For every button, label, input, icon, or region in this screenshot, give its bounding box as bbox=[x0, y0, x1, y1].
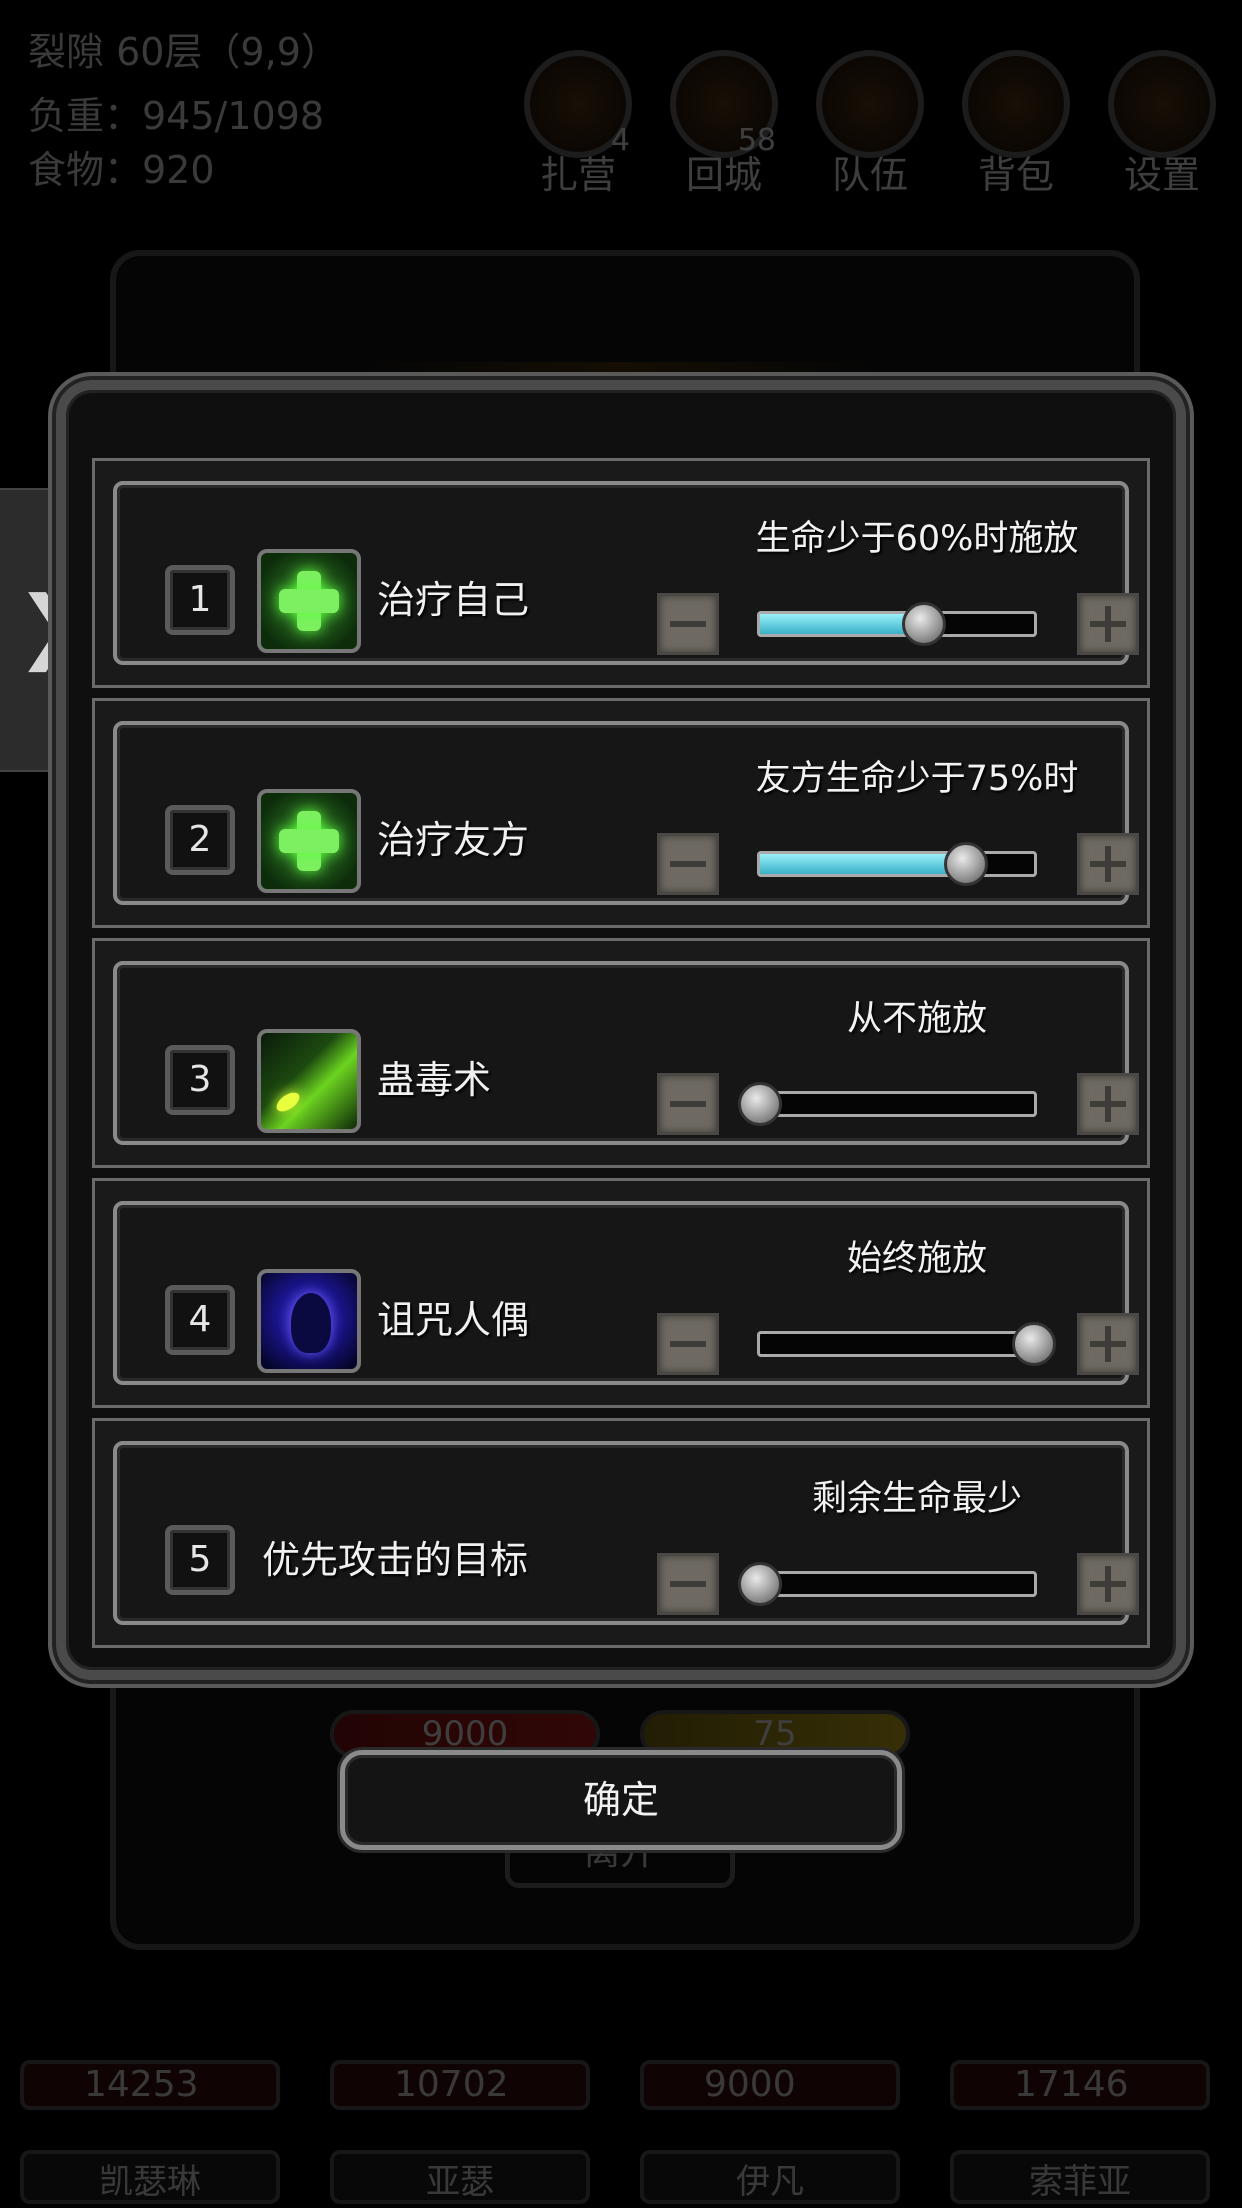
decrease-button[interactable] bbox=[657, 1313, 719, 1375]
load-label: 负重：945/1098 bbox=[28, 94, 325, 138]
decrease-button[interactable] bbox=[657, 593, 719, 655]
settings-button[interactable]: 设置 bbox=[1102, 50, 1222, 199]
condition-slider[interactable] bbox=[757, 602, 1037, 646]
cast-condition: 从不施放 bbox=[846, 999, 987, 1039]
skill-name: 治疗友方 bbox=[377, 818, 530, 862]
target-priority-label: 优先攻击的目标 bbox=[262, 1538, 529, 1582]
condition-slider[interactable] bbox=[738, 1082, 1037, 1126]
priority-slider[interactable] bbox=[738, 1562, 1037, 1606]
town-portal-icon: 58 bbox=[670, 50, 778, 158]
poison-spell-icon bbox=[257, 1029, 361, 1133]
cast-condition: 生命少于60%时施放 bbox=[755, 519, 1079, 559]
backpack-icon bbox=[962, 50, 1070, 158]
target-priority-row: 5 优先攻击的目标 剩余生命最少 bbox=[92, 1418, 1150, 1648]
party-member-name[interactable]: 索菲亚 bbox=[950, 2150, 1210, 2204]
slider-knob[interactable] bbox=[738, 1082, 782, 1126]
party-button[interactable]: 队伍 bbox=[810, 50, 930, 199]
condition-slider[interactable] bbox=[757, 1322, 1056, 1366]
skill-row: 4 诅咒人偶 始终施放 bbox=[92, 1178, 1150, 1408]
target-priority-value: 剩余生命最少 bbox=[811, 1479, 1022, 1519]
party-member-name[interactable]: 凯瑟琳 bbox=[20, 2150, 280, 2204]
party-member-hp: 9000 bbox=[640, 2060, 900, 2110]
row-index: 2 bbox=[165, 805, 235, 875]
party-icon bbox=[816, 50, 924, 158]
slider-fill bbox=[760, 614, 925, 634]
increase-button[interactable] bbox=[1077, 593, 1139, 655]
camp-button[interactable]: 4 扎营 bbox=[518, 50, 638, 199]
slider-knob[interactable] bbox=[738, 1562, 782, 1606]
camp-icon: 4 bbox=[524, 50, 632, 158]
party-member-hp: 14253 bbox=[20, 2060, 280, 2110]
increase-button[interactable] bbox=[1077, 1073, 1139, 1135]
slider-knob[interactable] bbox=[1012, 1322, 1056, 1366]
row-index: 3 bbox=[165, 1045, 235, 1115]
row-index: 4 bbox=[165, 1285, 235, 1355]
party-member-name[interactable]: 伊凡 bbox=[640, 2150, 900, 2204]
decrease-button[interactable] bbox=[657, 1553, 719, 1615]
slider-fill bbox=[760, 854, 966, 874]
decrease-button[interactable] bbox=[657, 1073, 719, 1135]
cast-condition: 始终施放 bbox=[846, 1239, 987, 1279]
backpack-button[interactable]: 背包 bbox=[956, 50, 1076, 199]
decrease-button[interactable] bbox=[657, 833, 719, 895]
food-label: 食物：920 bbox=[28, 148, 215, 192]
skill-row: 2 治疗友方 友方生命少于75%时 bbox=[92, 698, 1150, 928]
skill-name: 治疗自己 bbox=[377, 578, 530, 622]
floor-label: 裂隙 60层（9,9） bbox=[28, 30, 339, 74]
increase-button[interactable] bbox=[1077, 1313, 1139, 1375]
cast-condition: 友方生命少于75%时 bbox=[755, 759, 1079, 799]
confirm-button[interactable]: 确定 bbox=[340, 1750, 902, 1850]
skill-name: 蛊毒术 bbox=[377, 1058, 492, 1102]
party-member-name[interactable]: 亚瑟 bbox=[330, 2150, 590, 2204]
condition-slider[interactable] bbox=[757, 842, 1037, 886]
heal-self-icon bbox=[257, 549, 361, 653]
skill-row: 1 治疗自己 生命少于60%时施放 bbox=[92, 458, 1150, 688]
increase-button[interactable] bbox=[1077, 1553, 1139, 1615]
row-index: 1 bbox=[165, 565, 235, 635]
skill-name: 诅咒人偶 bbox=[377, 1298, 530, 1342]
party-member-hp: 17146 bbox=[950, 2060, 1210, 2110]
heal-ally-icon bbox=[257, 789, 361, 893]
slider-knob[interactable] bbox=[943, 842, 988, 886]
row-index: 5 bbox=[165, 1525, 235, 1595]
town-portal-button[interactable]: 58 回城 bbox=[664, 50, 784, 199]
settings-gear-icon bbox=[1108, 50, 1216, 158]
slider-knob[interactable] bbox=[902, 602, 947, 646]
skill-row: 3 蛊毒术 从不施放 bbox=[92, 938, 1150, 1168]
cursed-doll-icon bbox=[257, 1269, 361, 1373]
increase-button[interactable] bbox=[1077, 833, 1139, 895]
party-member-hp: 10702 bbox=[330, 2060, 590, 2110]
